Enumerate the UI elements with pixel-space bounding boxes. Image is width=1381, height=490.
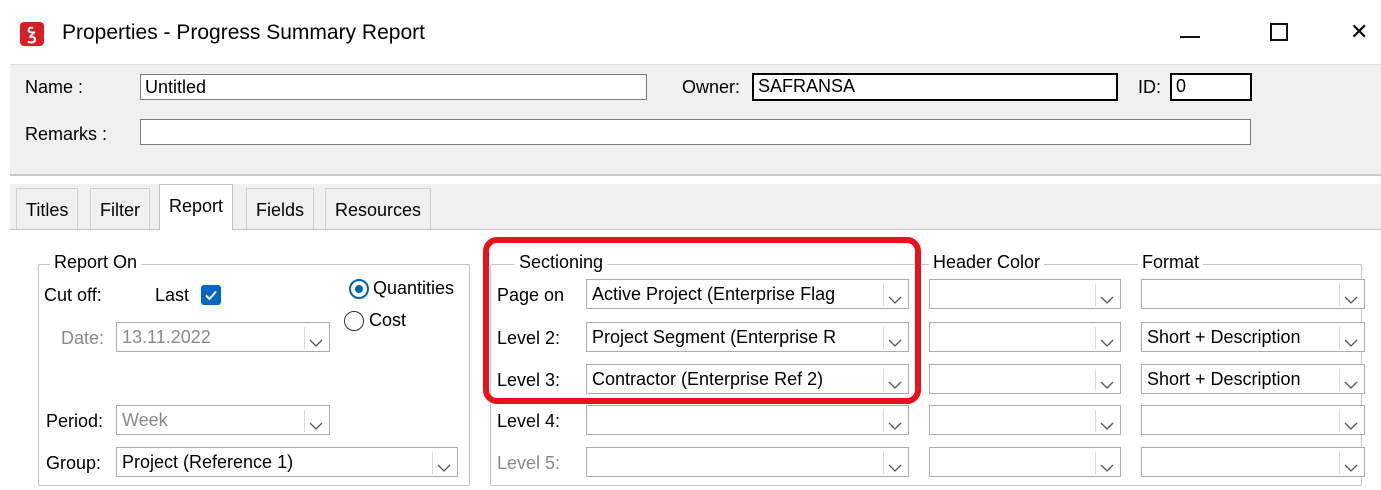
chevron-down-icon	[1095, 410, 1117, 432]
format-title: Format	[1138, 252, 1204, 273]
cost-radio[interactable]	[344, 311, 364, 331]
chevron-down-icon	[432, 452, 454, 474]
id-input[interactable]: 0	[1170, 73, 1252, 101]
level-4-select[interactable]	[586, 405, 909, 435]
page-on-select[interactable]: Active Project (Enterprise Flag	[586, 279, 909, 309]
chevron-down-icon	[1339, 452, 1361, 474]
close-icon: ✕	[1350, 19, 1369, 44]
report-on-title: Report On	[50, 252, 142, 273]
chevron-down-icon	[1339, 327, 1361, 349]
level-2-format-value: Short + Description	[1147, 327, 1301, 347]
level-2-header-color-select[interactable]	[929, 322, 1121, 352]
date-value: 13.11.2022	[122, 327, 211, 347]
chevron-down-icon	[304, 410, 326, 432]
chevron-down-icon	[1339, 369, 1361, 391]
level-2-format-select[interactable]: Short + Description	[1141, 322, 1365, 352]
cost-label: Cost	[369, 310, 407, 330]
chevron-down-icon	[1095, 369, 1117, 391]
cutoff-label: Cut off:	[44, 285, 102, 305]
level-4-format-select[interactable]	[1141, 405, 1365, 435]
chevron-down-icon	[1095, 452, 1117, 474]
last-checkbox[interactable]	[201, 285, 221, 305]
chevron-down-icon	[1095, 327, 1117, 349]
last-label: Last	[155, 285, 190, 305]
maximize-button[interactable]	[1257, 14, 1301, 50]
minimize-button[interactable]	[1168, 14, 1212, 50]
date-picker[interactable]: 13.11.2022	[116, 322, 330, 352]
safran-logo-icon: ꝣ	[20, 22, 44, 46]
name-label: Name :	[25, 77, 84, 97]
chevron-down-icon	[883, 284, 905, 306]
close-button[interactable]: ✕	[1350, 14, 1381, 50]
chevron-down-icon	[304, 327, 326, 349]
level-5-label: Level 5:	[497, 453, 561, 473]
period-select[interactable]: Week	[116, 405, 330, 435]
sectioning-title: Sectioning	[515, 252, 608, 273]
name-input[interactable]: Untitled	[140, 74, 647, 100]
tab-filter[interactable]: Filter	[90, 188, 150, 230]
page-on-label: Page on	[497, 285, 565, 305]
owner-input[interactable]: SAFRANSA	[752, 73, 1118, 101]
level-3-format-select[interactable]: Short + Description	[1141, 364, 1365, 394]
level-5-header-color-select[interactable]	[929, 447, 1121, 477]
minimize-icon	[1180, 36, 1200, 38]
chevron-down-icon	[883, 452, 905, 474]
checkmark-icon	[205, 290, 217, 301]
level-3-value: Contractor (Enterprise Ref 2)	[592, 369, 824, 389]
chevron-down-icon	[883, 327, 905, 349]
quantities-label: Quantities	[373, 278, 455, 298]
page-on-value: Active Project (Enterprise Flag	[592, 284, 836, 304]
period-value: Week	[122, 410, 168, 430]
level-3-label: Level 3:	[497, 370, 561, 390]
quantities-radio[interactable]	[349, 279, 369, 299]
tab-fields[interactable]: Fields	[246, 188, 315, 230]
level-3-header-color-select[interactable]	[929, 364, 1121, 394]
level-5-select[interactable]	[586, 447, 909, 477]
level-5-format-select[interactable]	[1141, 447, 1365, 477]
chevron-down-icon	[883, 369, 905, 391]
window-title: Properties - Progress Summary Report	[62, 21, 425, 44]
chevron-down-icon	[883, 410, 905, 432]
level-2-label: Level 2:	[497, 328, 561, 348]
level-2-value: Project Segment (Enterprise R	[592, 327, 837, 347]
level-3-select[interactable]: Contractor (Enterprise Ref 2)	[586, 364, 909, 394]
remarks-label: Remarks :	[25, 124, 108, 144]
tab-resources[interactable]: Resources	[325, 188, 432, 230]
id-label: ID:	[1138, 77, 1162, 97]
page-on-format-select[interactable]	[1141, 279, 1365, 309]
owner-label: Owner:	[682, 77, 741, 97]
chevron-down-icon	[1339, 284, 1361, 306]
level-4-header-color-select[interactable]	[929, 405, 1121, 435]
group-value: Project (Reference 1)	[122, 452, 294, 472]
level-3-format-value: Short + Description	[1147, 369, 1301, 389]
chevron-down-icon	[1339, 410, 1361, 432]
level-2-select[interactable]: Project Segment (Enterprise R	[586, 322, 909, 352]
level-4-label: Level 4:	[497, 411, 561, 431]
date-label: Date:	[61, 328, 105, 348]
maximize-icon	[1270, 23, 1288, 41]
tab-titles[interactable]: Titles	[16, 188, 79, 230]
page-on-header-color-select[interactable]	[929, 279, 1121, 309]
chevron-down-icon	[1095, 284, 1117, 306]
period-label: Period:	[46, 411, 104, 431]
tab-report[interactable]: Report	[159, 184, 234, 230]
group-select[interactable]: Project (Reference 1)	[116, 447, 458, 477]
group-label: Group:	[46, 453, 102, 473]
remarks-input[interactable]	[140, 119, 1251, 145]
header-color-title: Header Color	[929, 252, 1045, 273]
